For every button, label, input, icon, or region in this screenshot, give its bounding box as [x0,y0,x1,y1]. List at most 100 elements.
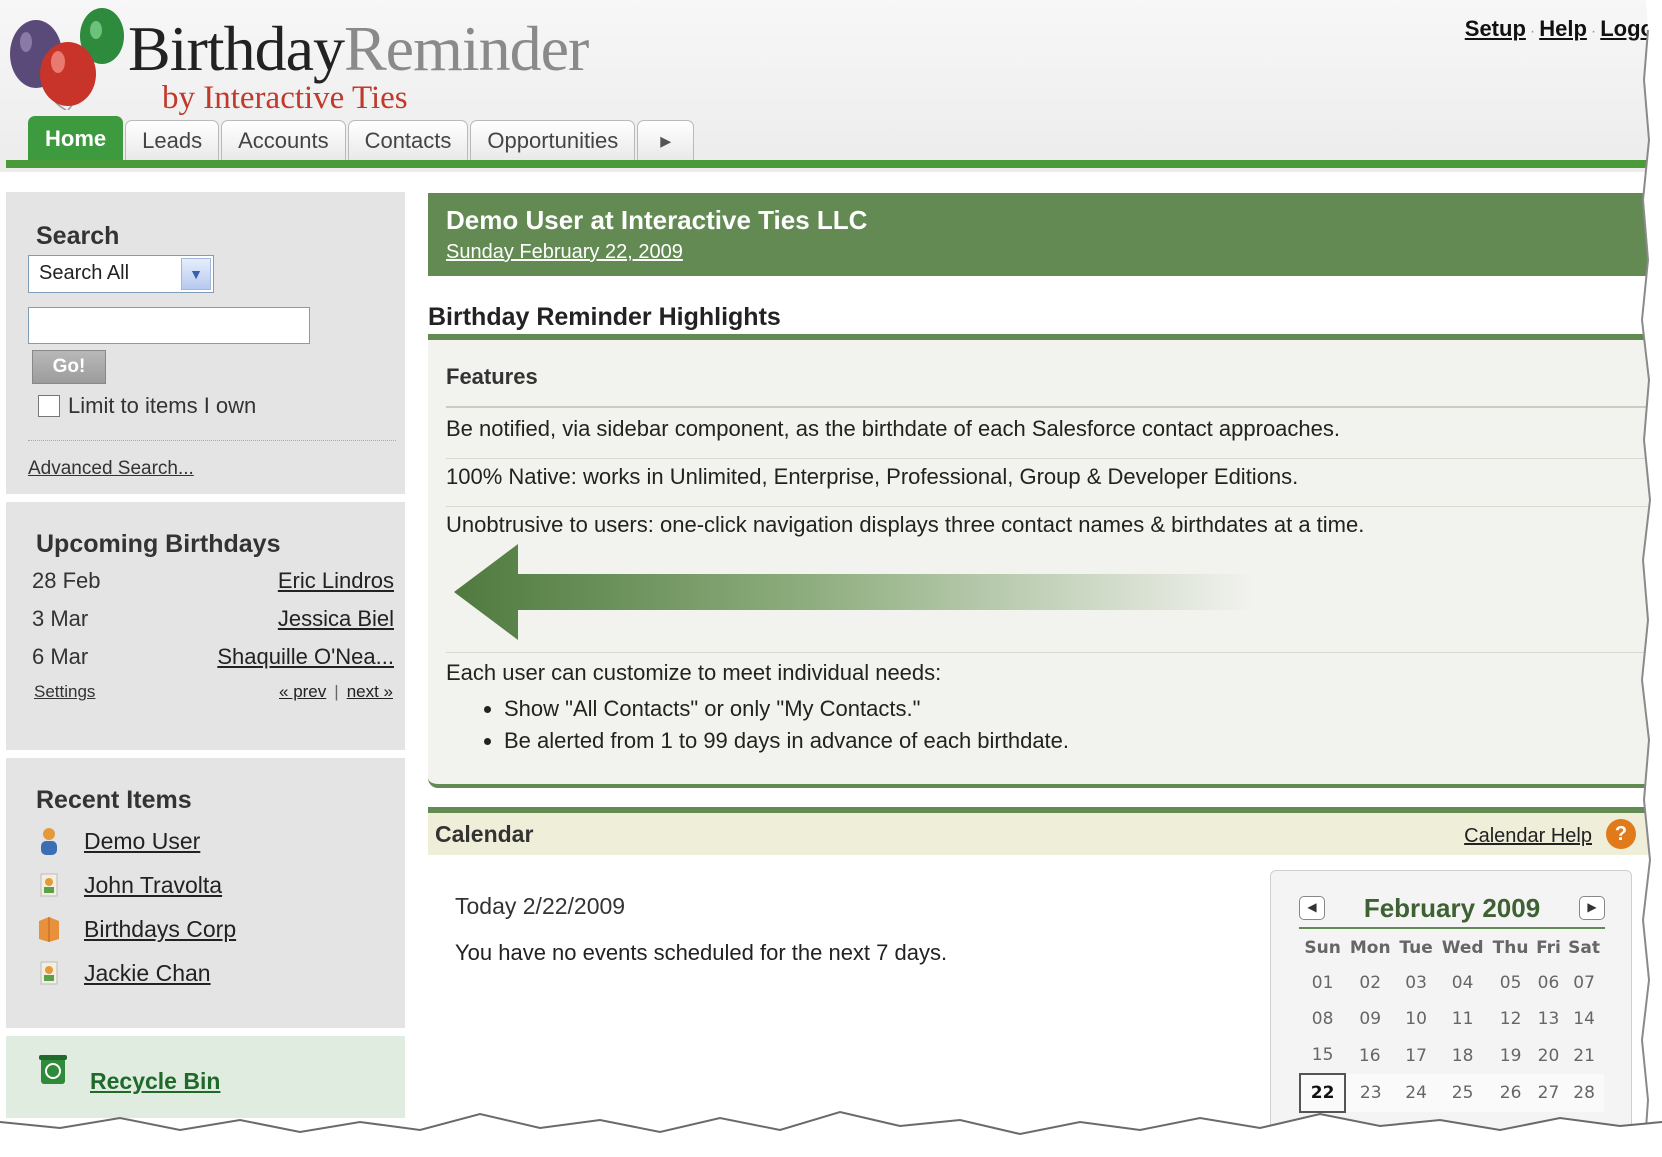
birthday-row: 6 Mar Shaquille O'Nea... [32,644,394,670]
help-link[interactable]: Help [1539,16,1587,41]
recent-item: Birthdays Corp [36,912,236,946]
contact-icon [36,958,62,988]
birthday-contact-link[interactable]: Shaquille O'Nea... [217,644,394,670]
logo-title-part1: Birthday [128,13,345,84]
birthday-date: 28 Feb [32,568,101,593]
account-icon [36,914,62,944]
link-separator: · [1590,23,1597,40]
customize-bullets: Show "All Contacts" or only "My Contacts… [482,696,1069,760]
welcome-user-name: Demo User at Interactive Ties LLC [446,205,868,235]
weekday-label: Sun [1304,938,1341,958]
logo-byline: by Interactive Ties [162,80,408,116]
week-row: 15 16 17 18 19 20 21 [1300,1037,1604,1074]
calendar-day[interactable]: 02 [1345,965,1395,1001]
limit-to-owned-checkbox[interactable] [38,395,60,417]
calendar-day[interactable]: 03 [1395,965,1437,1001]
calendar-day[interactable]: 13 [1533,1001,1564,1037]
calendar-day[interactable]: 15 [1300,1037,1345,1074]
welcome-banner: Demo User at Interactive Ties LLC Sunday… [428,193,1662,276]
prev-link[interactable]: « prev [279,682,326,701]
tab-accounts[interactable]: Accounts [221,120,346,160]
sidebar-upcoming-birthdays: Upcoming Birthdays 28 Feb Eric Lindros 3… [6,502,405,750]
calendar-day[interactable]: 07 [1564,965,1604,1001]
recent-item-link[interactable]: Demo User [84,828,200,855]
mini-calendar: ◀ February 2009 ▶ Sun Mon Tue Wed Thu Fr… [1270,870,1632,1132]
calendar-day[interactable]: 17 [1395,1037,1437,1074]
next-month-icon[interactable]: ▶ [1578,896,1605,920]
prev-month-icon[interactable]: ◀ [1299,896,1325,920]
balloons-logo-icon [10,8,124,110]
recycle-bin-link[interactable]: Recycle Bin [90,1068,220,1095]
chevron-down-icon[interactable]: ▼ [181,258,211,290]
calendar-day[interactable]: 08 [1300,1001,1345,1037]
calendar-no-events: You have no events scheduled for the nex… [455,940,948,965]
week-row: 01 02 03 04 05 06 07 [1300,965,1604,1001]
recent-item-link[interactable]: Jackie Chan [84,960,211,987]
weekday-row: Sun Mon Tue Wed Thu Fri Sat [1300,931,1604,965]
calendar-day[interactable]: 05 [1488,965,1532,1001]
contact-icon [36,870,62,900]
app-header: BirthdayReminder by Interactive Ties Set… [0,0,1662,172]
welcome-date: Sunday February 22, 2009 [446,241,683,264]
birthday-contact-link[interactable]: Eric Lindros [278,568,394,594]
recent-items-title: Recent Items [36,786,192,814]
highlights-panel: Features Be notified, via sidebar compon… [428,334,1662,788]
calendar-day[interactable]: 10 [1395,1001,1437,1037]
calendar-day[interactable]: 14 [1564,1001,1604,1037]
logo-title-part2: Reminder [343,13,589,84]
weekday-label: Tue [1399,938,1433,958]
calendar-header: Calendar Calendar Help ? [428,807,1662,855]
calendar-help-link[interactable]: Calendar Help [1464,825,1592,848]
advanced-search-link[interactable]: Advanced Search... [28,458,194,480]
limit-to-owned-label: Limit to items I own [68,393,257,418]
upcoming-birthdays-title: Upcoming Birthdays [36,530,281,558]
feature-row: Be notified, via sidebar component, as t… [446,416,1340,441]
birthday-settings-link[interactable]: Settings [34,682,95,702]
calendar-day[interactable]: 06 [1533,965,1564,1001]
mini-calendar-header: ◀ February 2009 ▶ [1299,889,1605,929]
birthday-row: 3 Mar Jessica Biel [32,606,394,632]
recent-item-link[interactable]: Birthdays Corp [84,916,236,943]
top-links: Setup · Help · Logo [1465,16,1654,42]
search-scope-select[interactable]: Search All ▼ [28,255,214,293]
search-input[interactable] [28,307,310,344]
mini-calendar-month: February 2009 [1363,892,1541,923]
tab-more-arrow-icon[interactable]: ▸ [637,120,695,160]
go-button[interactable]: Go! [32,350,106,384]
tab-opportunities[interactable]: Opportunities [470,120,636,160]
tab-leads[interactable]: Leads [125,120,220,160]
calendar-day[interactable]: 12 [1488,1001,1532,1037]
weekday-label: Fri [1536,938,1561,958]
features-header: Features [446,364,538,389]
divider [446,406,1656,408]
sidebar-recent-items: Recent Items Demo User John Travolta Bir… [6,758,405,1028]
tab-home[interactable]: Home [28,116,124,160]
calendar-day[interactable]: 21 [1564,1037,1604,1074]
calendar-day[interactable]: 11 [1437,1001,1489,1037]
calendar-day[interactable]: 18 [1437,1037,1489,1074]
birthday-contact-link[interactable]: Jessica Biel [278,606,394,632]
recent-item: Demo User [36,824,200,858]
calendar-day[interactable]: 09 [1345,1001,1395,1037]
birthday-row: 28 Feb Eric Lindros [32,568,394,594]
app-logo-title: BirthdayReminder [128,13,589,84]
calendar-day[interactable]: 19 [1488,1037,1532,1074]
calendar-day[interactable]: 16 [1345,1037,1395,1074]
user-icon [36,826,62,856]
tab-contacts[interactable]: Contacts [347,120,469,160]
weekday-label: Wed [1441,938,1484,958]
welcome-date-link[interactable]: Sunday February 22, 2009 [446,241,683,263]
next-link[interactable]: next » [347,682,393,701]
torn-edge-right [1640,0,1662,1157]
bullet-item: Show "All Contacts" or only "My Contacts… [504,696,1069,722]
highlights-title: Birthday Reminder Highlights [428,303,781,331]
setup-link[interactable]: Setup [1465,16,1526,41]
calendar-day[interactable]: 01 [1300,965,1345,1001]
calendar-day[interactable]: 04 [1437,965,1489,1001]
calendar-day[interactable]: 20 [1533,1037,1564,1074]
calendar-title: Calendar [435,821,534,847]
divider [446,458,1656,459]
divider [446,506,1656,507]
mini-calendar-grid: Sun Mon Tue Wed Thu Fri Sat 01 02 03 04 … [1298,931,1605,1113]
recent-item-link[interactable]: John Travolta [84,872,222,899]
